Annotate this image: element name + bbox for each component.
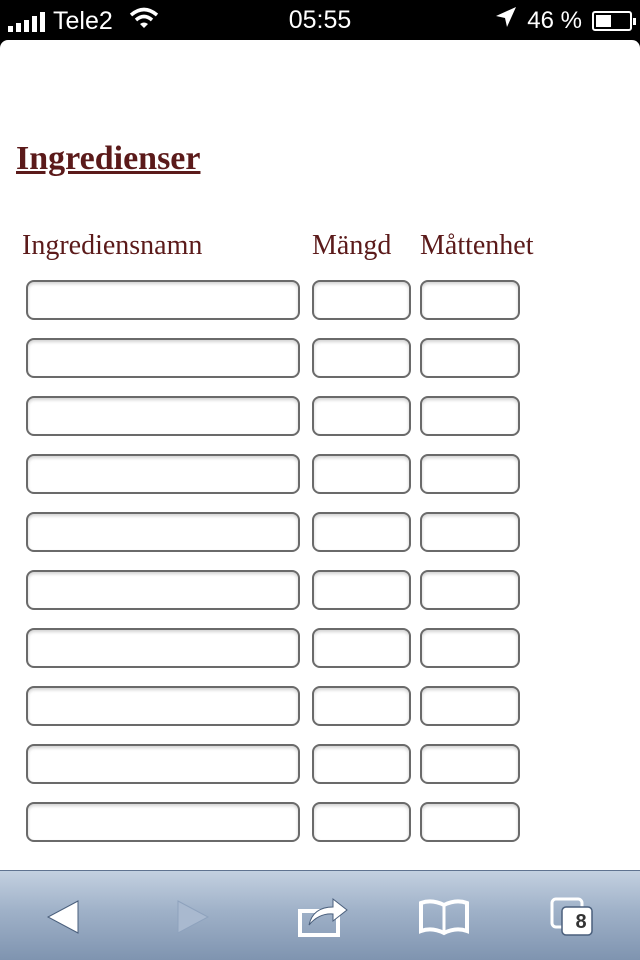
ingredient-amount-input[interactable] bbox=[312, 280, 411, 320]
ingredient-name-input[interactable] bbox=[26, 338, 300, 378]
ingredient-unit-input[interactable] bbox=[420, 280, 520, 320]
page-title[interactable]: Ingredienser bbox=[16, 140, 200, 178]
ingredient-amount-input[interactable] bbox=[312, 744, 411, 784]
web-page: Ingredienser Ingrediensnamn Mängd Måtten… bbox=[0, 40, 640, 870]
share-icon bbox=[298, 897, 348, 937]
status-right: 46 % bbox=[495, 6, 636, 35]
ingredient-amount-input[interactable] bbox=[312, 802, 411, 842]
browser-toolbar: 8 bbox=[0, 870, 640, 960]
ingredient-amount-input[interactable] bbox=[312, 512, 411, 552]
ingredient-name-input[interactable] bbox=[26, 570, 300, 610]
battery-percent: 46 % bbox=[527, 6, 582, 34]
status-bar: Tele2 05:55 46 % bbox=[0, 0, 640, 40]
ingredient-unit-input[interactable] bbox=[420, 802, 520, 842]
battery-icon bbox=[592, 10, 636, 31]
share-button[interactable] bbox=[294, 889, 354, 945]
column-header-unit: Måttenhet bbox=[420, 230, 534, 261]
ingredient-amount-input[interactable] bbox=[312, 338, 411, 378]
ingredient-name-input[interactable] bbox=[26, 744, 300, 784]
forward-button[interactable] bbox=[162, 889, 222, 945]
tabs-button[interactable]: 8 bbox=[542, 889, 602, 945]
ingredient-unit-input[interactable] bbox=[420, 628, 520, 668]
forward-arrow-icon bbox=[177, 900, 210, 934]
back-button[interactable] bbox=[34, 889, 94, 945]
ingredient-amount-input[interactable] bbox=[312, 570, 411, 610]
ingredient-unit-input[interactable] bbox=[420, 744, 520, 784]
ingredient-name-input[interactable] bbox=[26, 454, 300, 494]
ingredient-amount-input[interactable] bbox=[312, 454, 411, 494]
bookmarks-icon bbox=[419, 899, 469, 936]
ingredient-name-input[interactable] bbox=[26, 802, 300, 842]
ingredient-name-input[interactable] bbox=[26, 686, 300, 726]
ingredient-unit-input[interactable] bbox=[420, 570, 520, 610]
location-arrow-icon bbox=[495, 6, 517, 35]
ingredient-unit-input[interactable] bbox=[420, 454, 520, 494]
ingredient-unit-input[interactable] bbox=[420, 512, 520, 552]
ingredient-unit-input[interactable] bbox=[420, 338, 520, 378]
ingredient-amount-input[interactable] bbox=[312, 396, 411, 436]
ingredient-name-input[interactable] bbox=[26, 512, 300, 552]
ingredient-unit-input[interactable] bbox=[420, 686, 520, 726]
ingredient-name-input[interactable] bbox=[26, 396, 300, 436]
tabs-count: 8 bbox=[575, 911, 587, 933]
battery-fill bbox=[596, 14, 611, 27]
ingredient-name-input[interactable] bbox=[26, 628, 300, 668]
column-header-amount: Mängd bbox=[312, 230, 392, 261]
bookmarks-button[interactable] bbox=[414, 889, 474, 945]
ingredient-name-input[interactable] bbox=[26, 280, 300, 320]
ingredient-amount-input[interactable] bbox=[312, 686, 411, 726]
column-header-name: Ingrediensnamn bbox=[22, 230, 203, 261]
ingredient-amount-input[interactable] bbox=[312, 628, 411, 668]
ingredient-unit-input[interactable] bbox=[420, 396, 520, 436]
back-arrow-icon bbox=[46, 900, 79, 934]
